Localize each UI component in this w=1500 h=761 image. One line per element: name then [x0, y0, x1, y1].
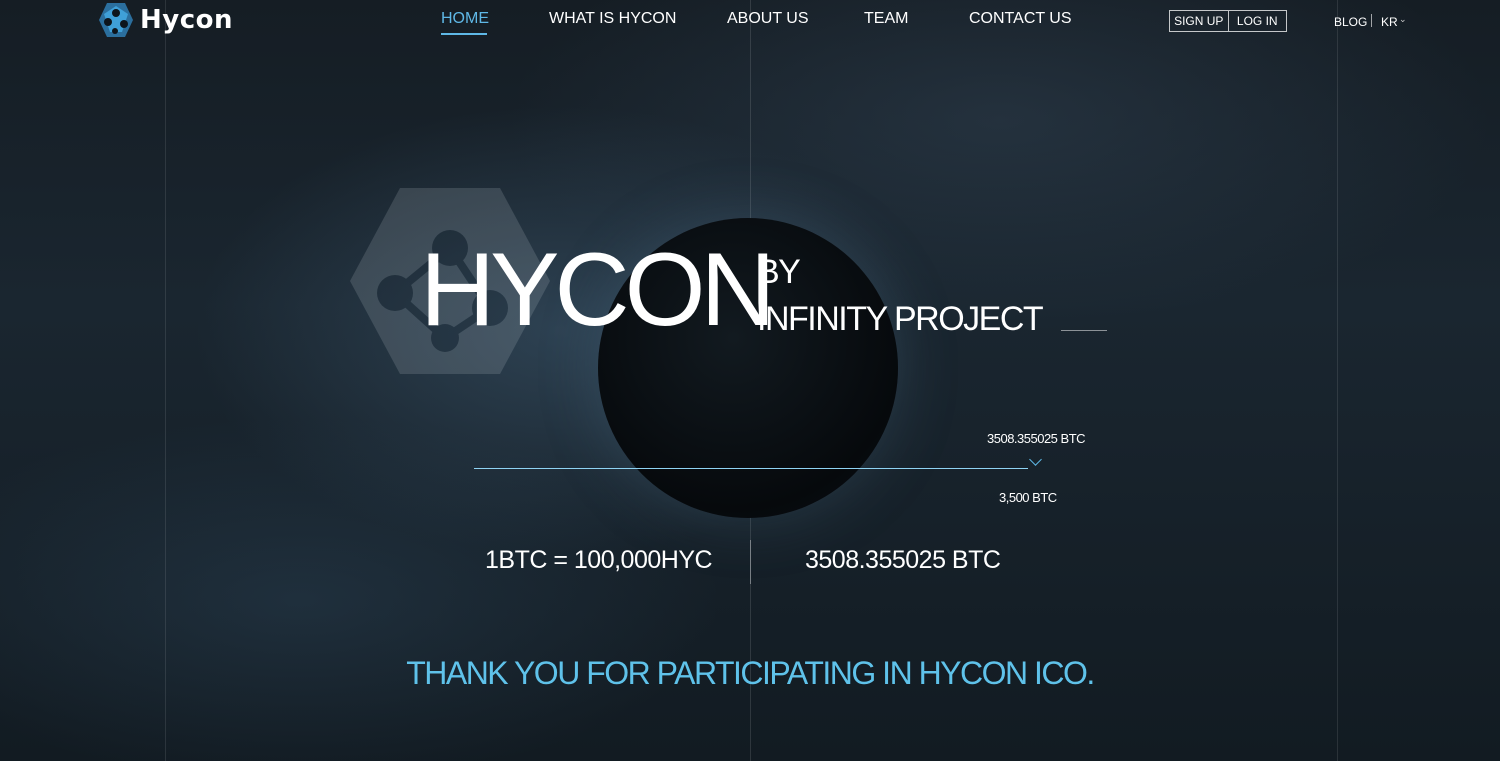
hero-subtitle: INFINITY PROJECT [757, 300, 1044, 338]
hycon-logo-icon [99, 3, 133, 37]
progress-bar [474, 468, 1028, 469]
nav-about-us[interactable]: ABOUT US [727, 10, 809, 28]
goal-amount: 3,500 BTC [999, 490, 1057, 505]
sign-up-button[interactable]: SIGN UP [1170, 11, 1228, 31]
hycon-logo[interactable]: Hycon [98, 2, 233, 38]
progress-bar-fill [474, 468, 1028, 469]
progress-marker-chevron-icon [1029, 453, 1042, 466]
nav-contact-us[interactable]: CONTACT US [969, 10, 1072, 28]
lang-divider [1371, 14, 1372, 27]
chevron-down-icon[interactable]: ⌄ [1399, 15, 1407, 25]
language-select[interactable]: KR [1381, 15, 1398, 29]
nav-home[interactable]: HOME [441, 10, 489, 28]
hero-accent-rule [1061, 330, 1107, 331]
hero-title: HYCON [420, 232, 776, 348]
auth-buttons: SIGN UP LOG IN [1169, 10, 1287, 32]
bg-guide-line [165, 0, 166, 761]
nav-team[interactable]: TEAM [864, 10, 908, 28]
exchange-rate: 1BTC = 100,000HYC [485, 546, 713, 574]
bg-guide-line [1337, 0, 1338, 761]
nav-active-underline [441, 33, 487, 35]
stats-divider [750, 540, 751, 584]
nav-what-is-hycon[interactable]: WHAT IS HYCON [549, 10, 676, 28]
logo-text: Hycon [140, 5, 233, 35]
page: Hycon HOME WHAT IS HYCON ABOUT US TEAM C… [0, 0, 1500, 761]
hero-by: BY [757, 253, 801, 291]
total-raised: 3508.355025 BTC [805, 546, 1001, 574]
log-in-button[interactable]: LOG IN [1229, 11, 1287, 31]
raised-amount: 3508.355025 BTC [987, 431, 1086, 446]
thank-you-message: THANK YOU FOR PARTICIPATING IN HYCON ICO… [406, 655, 1095, 691]
blog-link[interactable]: BLOG [1334, 15, 1367, 29]
